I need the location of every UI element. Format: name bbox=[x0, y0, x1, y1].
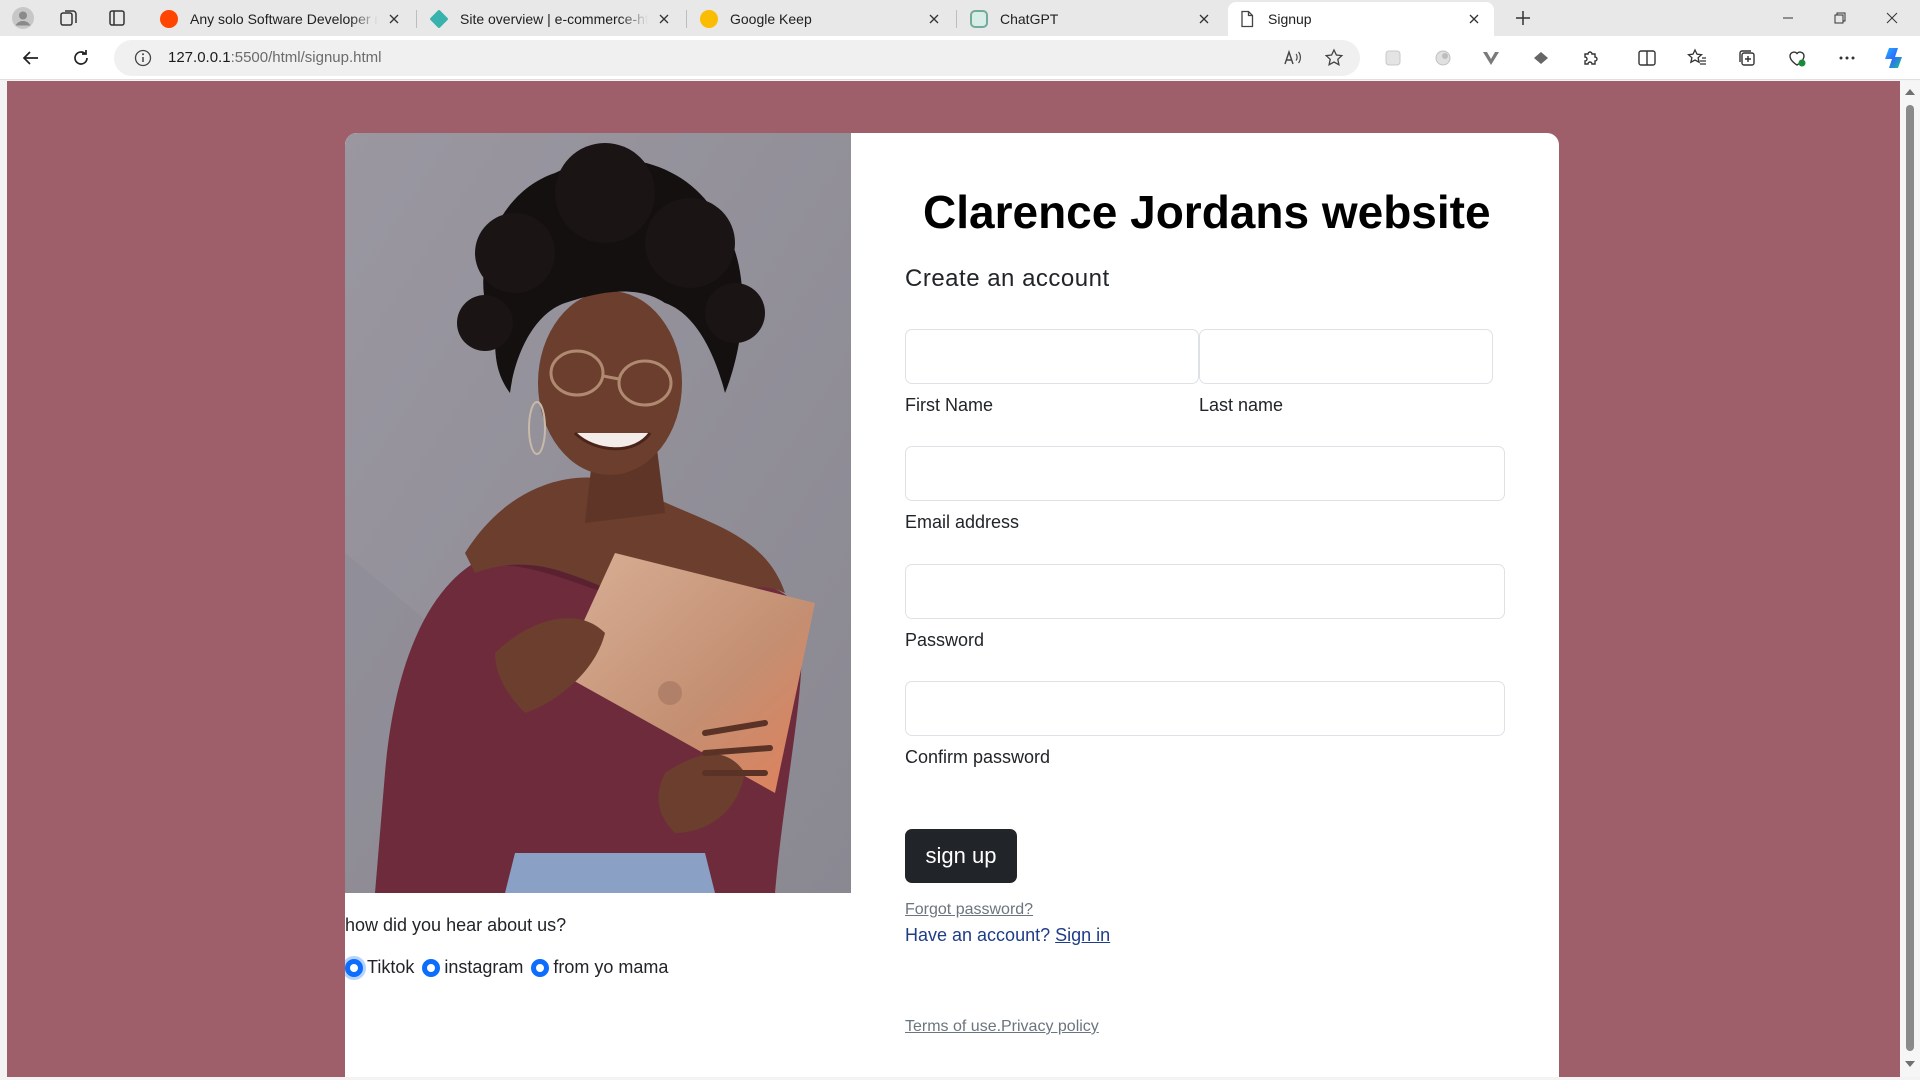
email-input[interactable] bbox=[905, 446, 1505, 501]
close-tab-icon[interactable] bbox=[1194, 9, 1214, 29]
radio-instagram[interactable] bbox=[422, 958, 441, 977]
page-viewport: how did you hear about us? Tiktok instag… bbox=[7, 81, 1900, 1077]
tab-chatgpt[interactable]: ChatGPT bbox=[960, 2, 1224, 36]
workspaces-icon[interactable] bbox=[54, 4, 84, 32]
signup-button[interactable]: sign up bbox=[905, 829, 1017, 883]
signup-card: how did you hear about us? Tiktok instag… bbox=[345, 133, 1559, 1077]
page-title: Clarence Jordans website bbox=[923, 186, 1491, 238]
tab-strip: Any solo Software Developer ma Site over… bbox=[0, 0, 1920, 36]
copilot-icon[interactable] bbox=[1878, 42, 1912, 74]
extension-2-icon[interactable] bbox=[1426, 42, 1460, 74]
terms-link[interactable]: Terms of use. bbox=[905, 1018, 1001, 1036]
url-text: 127.0.0.1:5500/html/signup.html bbox=[168, 49, 382, 66]
extension-3-icon[interactable] bbox=[1524, 42, 1558, 74]
tab-signup[interactable]: Signup bbox=[1228, 2, 1494, 36]
close-tab-icon[interactable] bbox=[384, 9, 404, 29]
referral-radio-group: Tiktok instagram from yo mama bbox=[345, 957, 676, 978]
tab-google-keep[interactable]: Google Keep bbox=[690, 2, 954, 36]
close-tab-icon[interactable] bbox=[1464, 9, 1484, 29]
tab-actions-icon[interactable] bbox=[102, 4, 132, 32]
chatgpt-icon bbox=[970, 10, 988, 28]
site-info-icon[interactable] bbox=[134, 49, 152, 72]
minimize-icon[interactable] bbox=[1762, 0, 1814, 36]
privacy-link[interactable]: Privacy policy bbox=[1001, 1018, 1099, 1036]
radio-from-yo-mama[interactable] bbox=[531, 958, 550, 977]
form-subtitle: Create an account bbox=[905, 265, 1110, 292]
radio-tiktok[interactable] bbox=[345, 958, 363, 977]
close-window-icon[interactable] bbox=[1866, 0, 1918, 36]
have-account-text: Have an account? Sign in bbox=[905, 925, 1111, 945]
more-options-icon[interactable] bbox=[1830, 42, 1864, 74]
page-icon bbox=[1238, 10, 1256, 28]
reddit-icon bbox=[160, 10, 178, 28]
scrollbar-thumb[interactable] bbox=[1906, 105, 1914, 1051]
confirm-password-input[interactable] bbox=[905, 681, 1505, 736]
confirm-password-label: Confirm password bbox=[905, 747, 1051, 767]
sign-in-link[interactable]: Sign in bbox=[1055, 925, 1110, 945]
forgot-password-link[interactable]: Forgot password? bbox=[905, 901, 1033, 919]
tab-site-overview[interactable]: Site overview | e-commerce-htm bbox=[420, 2, 684, 36]
netlify-icon bbox=[429, 9, 449, 29]
close-tab-icon[interactable] bbox=[924, 9, 944, 29]
password-input[interactable] bbox=[905, 564, 1505, 619]
first-name-input[interactable] bbox=[905, 329, 1199, 384]
extensions-puzzle-icon[interactable] bbox=[1574, 42, 1608, 74]
referral-question: how did you hear about us? bbox=[345, 915, 567, 935]
favorite-star-icon[interactable] bbox=[1324, 48, 1344, 73]
email-label: Email address bbox=[905, 512, 1020, 532]
split-screen-icon[interactable] bbox=[1630, 42, 1664, 74]
password-label: Password bbox=[905, 630, 985, 650]
profile-icon[interactable] bbox=[8, 4, 38, 32]
new-tab-icon[interactable] bbox=[1508, 4, 1538, 32]
read-aloud-icon[interactable] bbox=[1282, 48, 1302, 73]
favorites-icon[interactable] bbox=[1680, 42, 1714, 74]
first-name-label: First Name bbox=[905, 395, 994, 415]
close-tab-icon[interactable] bbox=[654, 9, 674, 29]
radio-label-from-yo-mama: from yo mama bbox=[553, 957, 669, 977]
radio-label-tiktok: Tiktok bbox=[367, 957, 415, 977]
collections-icon[interactable] bbox=[1730, 42, 1764, 74]
google-keep-icon bbox=[700, 10, 718, 28]
browser-toolbar: 127.0.0.1:5500/html/signup.html bbox=[0, 36, 1920, 80]
last-name-input[interactable] bbox=[1199, 329, 1493, 384]
refresh-icon[interactable] bbox=[64, 42, 98, 74]
hero-photo-woman-with-tablet bbox=[345, 133, 851, 893]
back-icon[interactable] bbox=[14, 42, 48, 74]
browser-essentials-icon[interactable] bbox=[1780, 42, 1814, 74]
scroll-up-icon[interactable] bbox=[1905, 89, 1915, 95]
last-name-label: Last name bbox=[1199, 395, 1284, 415]
extension-1-icon[interactable] bbox=[1376, 42, 1410, 74]
address-bar[interactable]: 127.0.0.1:5500/html/signup.html bbox=[114, 40, 1360, 76]
radio-label-instagram: instagram bbox=[444, 957, 524, 977]
page-scrollbar[interactable] bbox=[1900, 81, 1920, 1077]
tab-reddit[interactable]: Any solo Software Developer ma bbox=[150, 2, 414, 36]
restore-icon[interactable] bbox=[1814, 0, 1866, 36]
vue-devtools-icon[interactable] bbox=[1474, 42, 1508, 74]
scroll-down-icon[interactable] bbox=[1905, 1061, 1915, 1067]
